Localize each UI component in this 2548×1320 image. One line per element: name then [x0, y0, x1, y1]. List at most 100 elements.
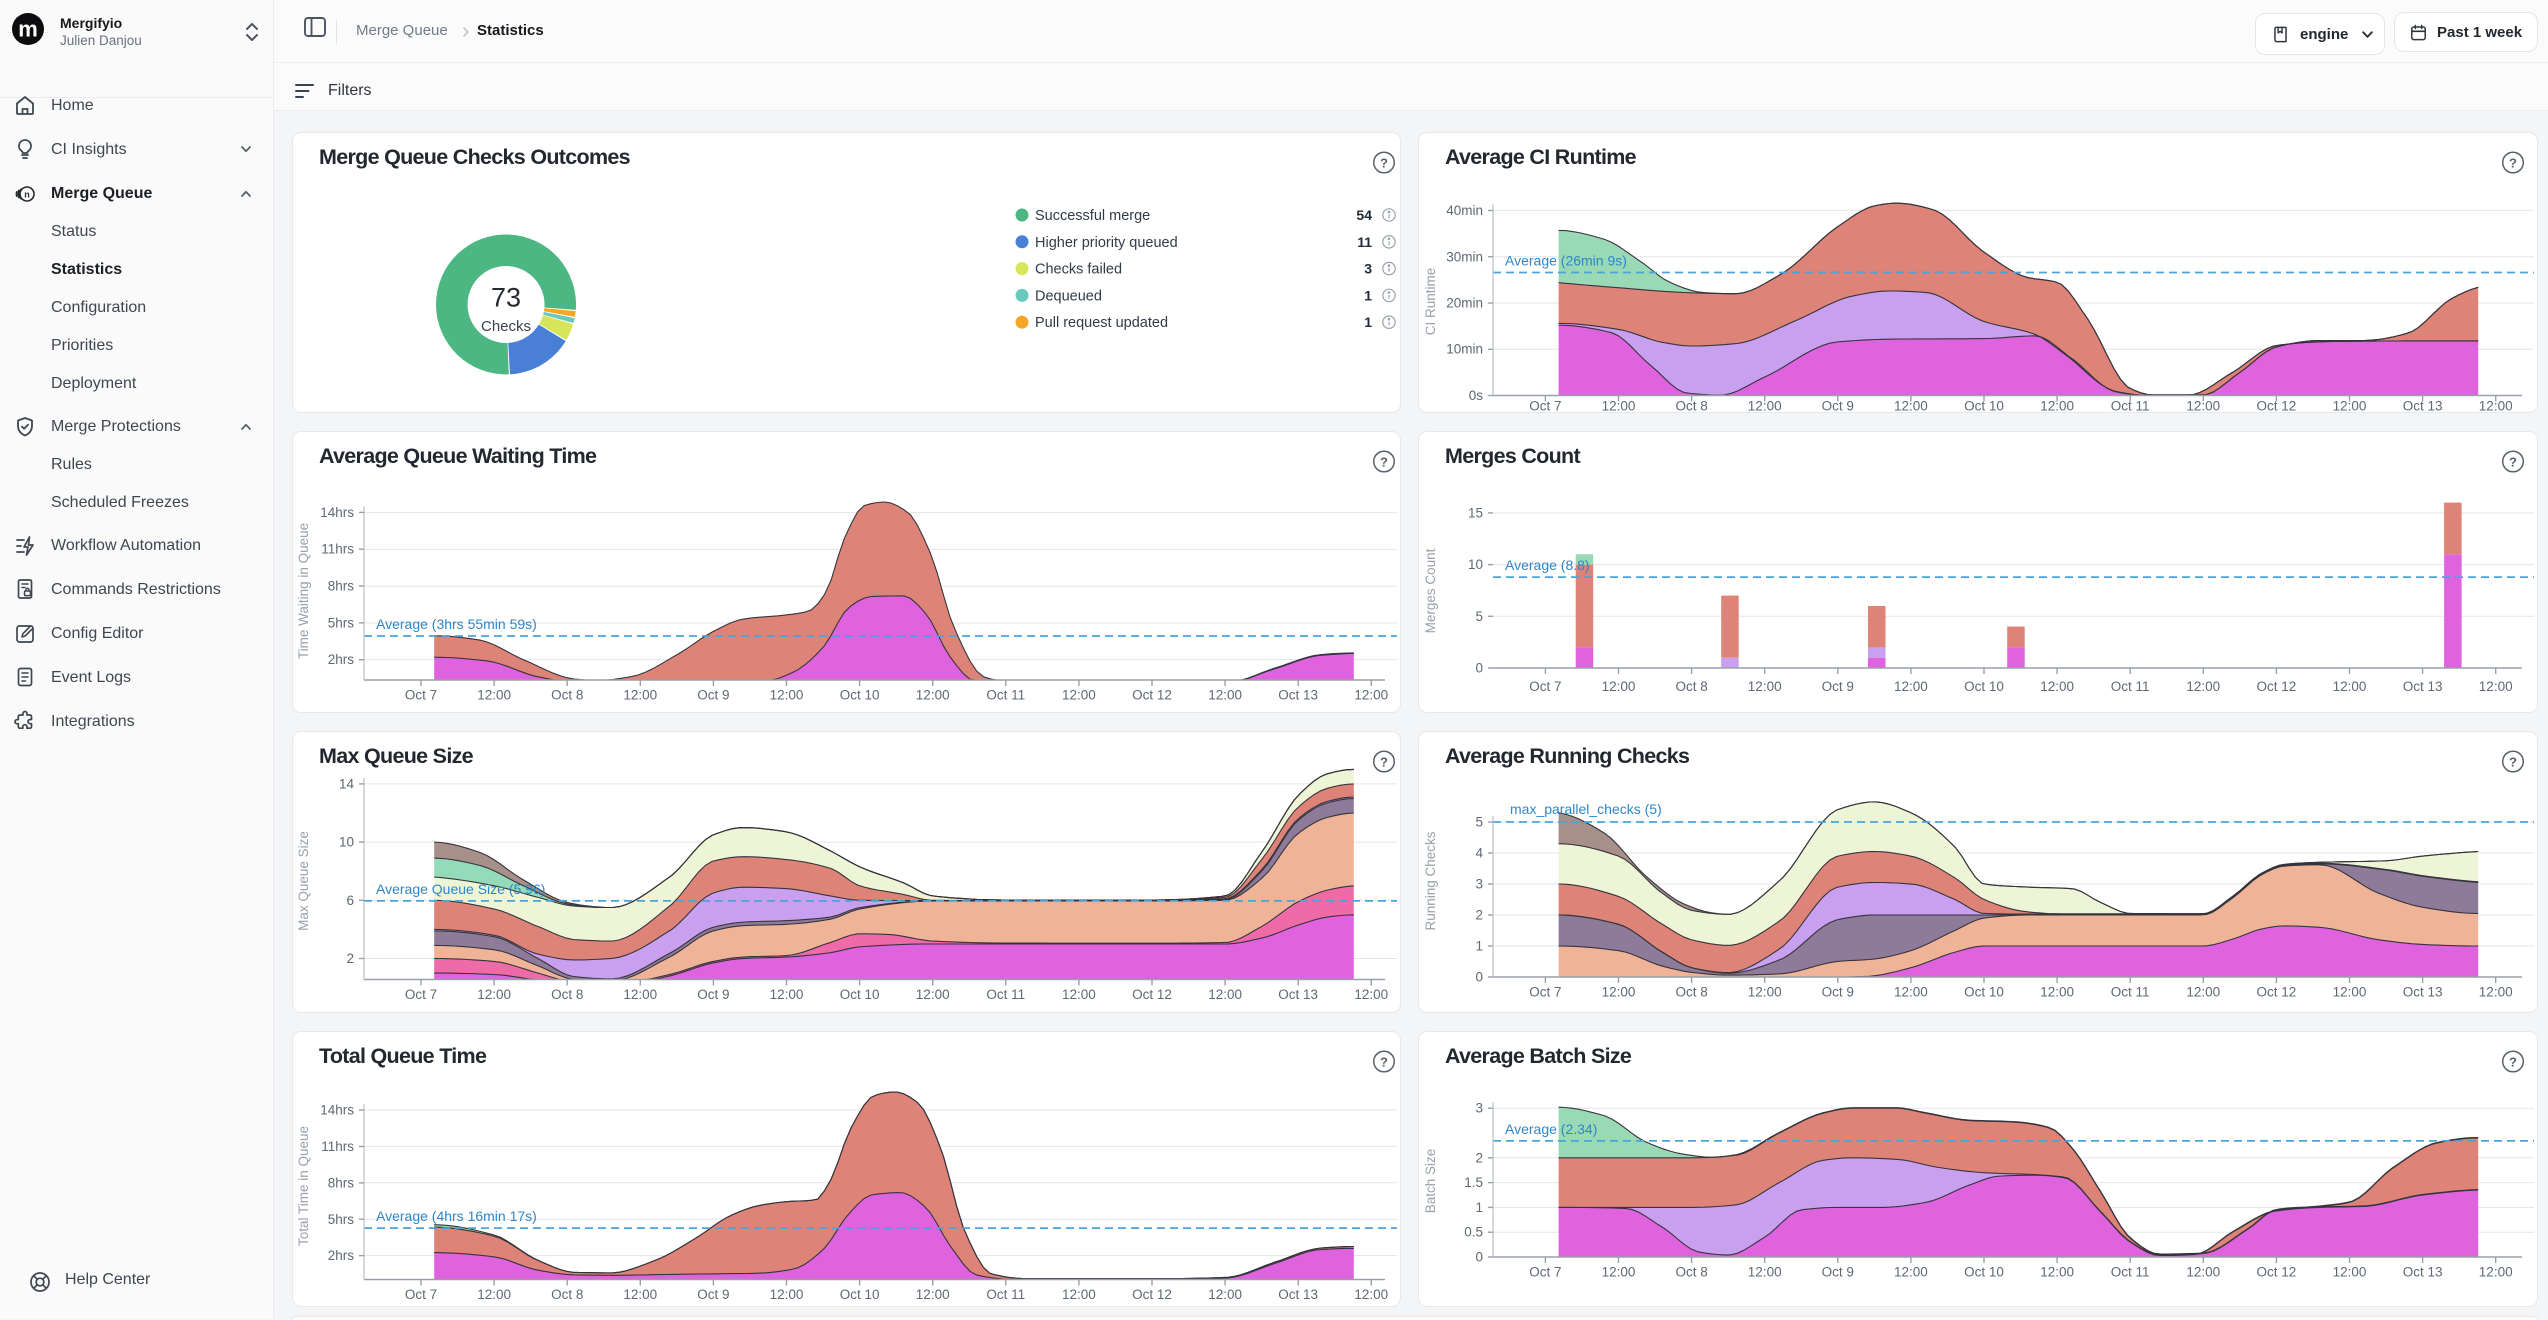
svg-text:12:00: 12:00	[1354, 987, 1388, 1002]
svg-text:12:00: 12:00	[1062, 1287, 1096, 1302]
svg-text:Oct 12: Oct 12	[2257, 679, 2297, 694]
svg-text:Batch Size: Batch Size	[1423, 1149, 1438, 1214]
svg-text:Time Waiting in Queue: Time Waiting in Queue	[296, 523, 311, 659]
svg-text:Oct 12: Oct 12	[1132, 1287, 1172, 1302]
svg-text:2hrs: 2hrs	[328, 652, 355, 667]
svg-text:Oct 9: Oct 9	[697, 987, 729, 1002]
svg-text:1: 1	[1364, 314, 1372, 330]
svg-text:15: 15	[1468, 505, 1483, 520]
svg-text:Oct 7: Oct 7	[1529, 985, 1561, 1000]
svg-text:8hrs: 8hrs	[328, 1175, 355, 1190]
svg-text:2: 2	[1475, 1150, 1483, 1165]
svg-text:Oct 10: Oct 10	[1964, 985, 2004, 1000]
svg-text:10: 10	[1468, 557, 1483, 572]
svg-text:12:00: 12:00	[2186, 1265, 2220, 1280]
svg-text:1: 1	[1475, 939, 1483, 954]
svg-text:20min: 20min	[1446, 295, 1483, 310]
svg-text:Oct 10: Oct 10	[840, 1287, 880, 1302]
svg-text:n: n	[24, 189, 30, 199]
svg-text:Oct 9: Oct 9	[1822, 985, 1854, 1000]
svg-text:10: 10	[339, 835, 354, 850]
svg-text:Successful merge: Successful merge	[1035, 208, 1150, 224]
svg-text:8hrs: 8hrs	[328, 579, 355, 594]
svg-text:12:00: 12:00	[1894, 679, 1928, 694]
svg-text:4: 4	[1475, 846, 1483, 861]
svg-text:12:00: 12:00	[2333, 1265, 2367, 1280]
svg-text:Oct 8: Oct 8	[1675, 1265, 1707, 1280]
svg-text:12:00: 12:00	[770, 1287, 804, 1302]
svg-text:Running Checks: Running Checks	[1423, 831, 1438, 930]
svg-text:Oct 11: Oct 11	[2111, 398, 2150, 413]
svg-text:Oct 13: Oct 13	[2403, 679, 2443, 694]
svg-text:12:00: 12:00	[2186, 679, 2220, 694]
svg-text:Oct 7: Oct 7	[1529, 1265, 1561, 1280]
svg-text:12:00: 12:00	[1354, 688, 1388, 703]
svg-text:Merges Count: Merges Count	[1423, 548, 1438, 633]
svg-text:10min: 10min	[1446, 341, 1483, 356]
svg-text:40min: 40min	[1446, 203, 1483, 218]
svg-text:54: 54	[1356, 207, 1372, 223]
svg-text:12:00: 12:00	[2333, 398, 2367, 413]
svg-text:12:00: 12:00	[1602, 1265, 1636, 1280]
svg-text:12:00: 12:00	[2186, 985, 2220, 1000]
svg-text:12:00: 12:00	[623, 688, 657, 703]
svg-text:Dequeued: Dequeued	[1035, 288, 1102, 304]
svg-text:?: ?	[2509, 455, 2517, 470]
svg-text:Oct 10: Oct 10	[1964, 398, 2004, 413]
svg-text:12:00: 12:00	[2479, 398, 2513, 413]
svg-text:Oct 9: Oct 9	[697, 1287, 729, 1302]
svg-text:5hrs: 5hrs	[328, 1212, 355, 1227]
svg-text:11: 11	[1357, 233, 1372, 249]
svg-text:0: 0	[1475, 661, 1483, 676]
svg-text:2hrs: 2hrs	[328, 1248, 355, 1263]
svg-text:12:00: 12:00	[623, 1287, 657, 1302]
svg-text:Oct 8: Oct 8	[1675, 985, 1707, 1000]
svg-text:Oct 7: Oct 7	[405, 688, 437, 703]
svg-text:?: ?	[1380, 155, 1388, 170]
svg-text:12:00: 12:00	[770, 688, 804, 703]
svg-text:?: ?	[1380, 1055, 1388, 1070]
svg-text:5hrs: 5hrs	[328, 615, 355, 630]
svg-text:Oct 13: Oct 13	[1278, 1287, 1318, 1302]
svg-text:Oct 8: Oct 8	[1675, 679, 1707, 694]
svg-text:12:00: 12:00	[2186, 398, 2220, 413]
svg-text:2: 2	[1475, 908, 1483, 923]
svg-text:Oct 9: Oct 9	[1822, 679, 1854, 694]
svg-text:Pull request updated: Pull request updated	[1035, 315, 1168, 331]
svg-text:14hrs: 14hrs	[320, 1103, 354, 1118]
svg-text:12:00: 12:00	[916, 987, 950, 1002]
svg-text:12:00: 12:00	[477, 987, 511, 1002]
svg-text:12:00: 12:00	[1354, 1287, 1388, 1302]
svg-text:Oct 11: Oct 11	[986, 987, 1025, 1002]
svg-text:?: ?	[2509, 155, 2517, 170]
svg-text:14hrs: 14hrs	[320, 505, 354, 520]
svg-text:?: ?	[1380, 455, 1388, 470]
svg-text:Oct 11: Oct 11	[2111, 1265, 2150, 1280]
svg-text:Oct 13: Oct 13	[1278, 688, 1318, 703]
svg-text:Oct 13: Oct 13	[1278, 987, 1318, 1002]
svg-text:Oct 8: Oct 8	[551, 688, 583, 703]
svg-text:3: 3	[1364, 260, 1372, 276]
svg-text:Oct 12: Oct 12	[2257, 985, 2297, 1000]
svg-text:2: 2	[346, 951, 354, 966]
svg-text:Average Queue Size (5.96): Average Queue Size (5.96)	[376, 881, 545, 897]
svg-text:Oct 13: Oct 13	[2403, 398, 2443, 413]
svg-text:12:00: 12:00	[1062, 987, 1096, 1002]
svg-text:Oct 8: Oct 8	[1675, 398, 1707, 413]
svg-text:12:00: 12:00	[1602, 398, 1636, 413]
svg-text:?: ?	[2509, 755, 2517, 770]
svg-text:11hrs: 11hrs	[321, 1139, 354, 1154]
svg-text:max_parallel_checks (5): max_parallel_checks (5)	[1510, 801, 1662, 817]
svg-text:12:00: 12:00	[2479, 679, 2513, 694]
svg-text:Oct 8: Oct 8	[551, 987, 583, 1002]
svg-text:0: 0	[1475, 970, 1483, 985]
svg-text:Oct 13: Oct 13	[2403, 985, 2443, 1000]
svg-text:12:00: 12:00	[477, 688, 511, 703]
svg-text:12:00: 12:00	[1208, 987, 1242, 1002]
svg-text:Oct 12: Oct 12	[2257, 398, 2297, 413]
svg-text:Oct 7: Oct 7	[1529, 398, 1561, 413]
svg-text:Average (2.34): Average (2.34)	[1505, 1121, 1597, 1137]
svg-text:Checks: Checks	[481, 318, 531, 335]
svg-text:14: 14	[339, 776, 355, 791]
svg-text:m: m	[18, 17, 38, 42]
